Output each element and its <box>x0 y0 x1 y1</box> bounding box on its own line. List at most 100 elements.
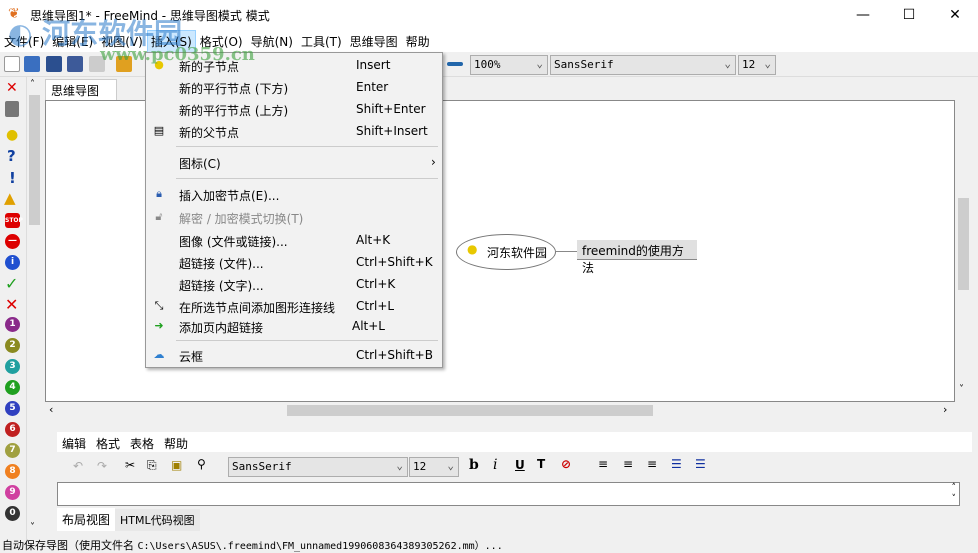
info-icon[interactable]: i <box>5 255 20 270</box>
menu-item-new-sibling-below[interactable]: 新的平行节点 (下方) Enter <box>146 76 442 98</box>
menu-item-new-child[interactable]: ● 新的子节点 Insert <box>146 54 442 76</box>
clear-format-icon[interactable]: ⊘ <box>561 457 571 471</box>
priority-7-icon[interactable]: 7 <box>5 443 20 458</box>
spinner-icon[interactable]: ˄ ˅ <box>952 483 957 505</box>
find-icon[interactable]: ⚲ <box>197 457 206 471</box>
cancel-icon[interactable]: ✕ <box>5 295 18 314</box>
menu-item-hyperlink-file[interactable]: 超链接 (文件)... Ctrl+Shift+K <box>146 251 442 273</box>
bulb-icon: ● <box>154 58 164 71</box>
ok-icon[interactable]: ✓ <box>5 274 18 293</box>
menu-item-new-sibling-above[interactable]: 新的平行节点 (上方) Shift+Enter <box>146 98 442 120</box>
align-center-icon[interactable]: ≡ <box>623 457 633 471</box>
priority-8-icon[interactable]: 8 <box>5 464 20 479</box>
menu-edit[interactable]: 编辑(E) <box>48 30 97 53</box>
tab-html-view[interactable]: HTML代码视图 <box>115 509 200 531</box>
priority-2-icon[interactable]: 2 <box>5 338 20 353</box>
menu-file[interactable]: 文件(F) <box>0 30 48 53</box>
cut-icon[interactable] <box>116 56 132 72</box>
lock-icon: 🔒︎ <box>156 187 162 200</box>
root-node[interactable]: ● 河东软件园 <box>456 234 556 270</box>
close-button[interactable]: ✕ <box>932 0 978 30</box>
zoom-out-icon[interactable] <box>447 62 463 66</box>
menu-navigate[interactable]: 导航(N) <box>247 30 297 53</box>
maximize-button[interactable]: ☐ <box>886 0 932 30</box>
underline-icon[interactable]: U <box>515 458 525 472</box>
menu-mindmap[interactable]: 思维导图 <box>346 30 402 53</box>
new-icon[interactable] <box>4 56 20 72</box>
menu-item-add-connector[interactable]: ⤡ 在所选节点间添加图形连接线 Ctrl+L <box>146 295 442 317</box>
menu-item-hyperlink-text[interactable]: 超链接 (文字)... Ctrl+K <box>146 273 442 295</box>
menu-item-insert-encrypted[interactable]: 🔒︎ 插入加密节点(E)... <box>146 183 442 205</box>
align-left-icon[interactable]: ≡ <box>598 457 608 471</box>
tab-mindmap[interactable]: 思维导图1* <box>45 79 117 113</box>
bold-icon[interactable]: b <box>469 457 479 473</box>
redo-icon[interactable]: ↷ <box>97 459 107 473</box>
editor-menu-format[interactable]: 格式 <box>91 432 125 455</box>
menu-format[interactable]: 格式(O) <box>196 30 247 53</box>
scroll-down-icon[interactable]: ˅ <box>959 384 964 395</box>
priority-3-icon[interactable]: 3 <box>5 359 20 374</box>
horizontal-scrollbar[interactable]: ‹ › <box>45 402 955 418</box>
menu-item-label: 超链接 (文件)... <box>179 257 264 271</box>
priority-5-icon[interactable]: 5 <box>5 401 20 416</box>
idea-icon[interactable]: ● <box>6 127 18 143</box>
menu-view[interactable]: 视图(V) <box>97 30 147 53</box>
vertical-scrollbar[interactable]: ˅ <box>955 100 972 402</box>
tab-layout-view[interactable]: 布局视图 <box>57 508 116 531</box>
child-node[interactable]: freemind的使用方法 <box>577 240 697 275</box>
font-select[interactable]: SansSerif ⌄ <box>550 55 736 75</box>
help-icon[interactable]: ? <box>7 147 16 165</box>
menu-item-shortcut: Ctrl+L <box>356 299 395 313</box>
no-entry-icon[interactable]: — <box>5 234 20 249</box>
scroll-thumb[interactable] <box>29 95 40 225</box>
paste-icon[interactable]: ▣ <box>171 458 182 472</box>
remove-icon[interactable]: ✕ <box>6 80 18 96</box>
minimize-button[interactable]: — <box>840 0 886 30</box>
menu-tools[interactable]: 工具(T) <box>297 30 346 53</box>
menu-insert[interactable]: 插入(S) <box>146 30 196 53</box>
trash-icon[interactable] <box>5 101 19 117</box>
icon-toolbar-scrollbar[interactable]: ˄ ˅ <box>26 77 42 540</box>
save-as-icon[interactable] <box>67 56 83 72</box>
open-icon[interactable] <box>24 56 40 72</box>
priority-4-icon[interactable]: 4 <box>5 380 20 395</box>
priority-6-icon[interactable]: 6 <box>5 422 20 437</box>
editor-size-select[interactable]: 12 ⌄ <box>409 457 459 477</box>
menu-item-local-link[interactable]: ➜ 添加页内超链接 Alt+L <box>146 315 442 337</box>
priority-0-icon[interactable]: 0 <box>5 506 20 521</box>
priority-9-icon[interactable]: 9 <box>5 485 20 500</box>
print-icon[interactable] <box>89 56 105 72</box>
scroll-thumb[interactable] <box>958 198 969 290</box>
editor-menu-table[interactable]: 表格 <box>125 432 159 455</box>
editor-menu-help[interactable]: 帮助 <box>159 432 193 455</box>
scroll-thumb[interactable] <box>287 405 653 416</box>
cut-icon[interactable]: ✂ <box>125 458 135 472</box>
warning-icon[interactable]: ▲ <box>4 189 16 207</box>
scroll-right-icon[interactable]: › <box>943 403 947 416</box>
undo-icon[interactable]: ↶ <box>73 459 83 473</box>
save-icon[interactable] <box>46 56 62 72</box>
italic-icon[interactable]: i <box>493 457 497 473</box>
text-color-icon[interactable]: T <box>537 457 545 471</box>
stop-icon[interactable]: STOP <box>5 213 23 228</box>
priority-1-icon[interactable]: 1 <box>5 317 20 332</box>
editor-menu-edit[interactable]: 编辑 <box>57 432 91 455</box>
size-select[interactable]: 12 ⌄ <box>738 55 776 75</box>
copy-icon[interactable]: ⎘ <box>147 458 157 473</box>
menu-item-icons[interactable]: 图标(C) › <box>146 151 442 173</box>
numbered-list-icon[interactable]: ☰ <box>695 457 706 471</box>
editor-font-select[interactable]: SansSerif ⌄ <box>228 457 408 477</box>
align-right-icon[interactable]: ≡ <box>647 457 657 471</box>
menu-item-image[interactable]: 图像 (文件或链接)... Alt+K <box>146 229 442 251</box>
bullet-list-icon[interactable]: ☰ <box>671 457 682 471</box>
menu-item-new-parent[interactable]: ▤ 新的父节点 Shift+Insert <box>146 120 442 142</box>
menu-item-toggle-encryption[interactable]: 🔓︎ 解密 / 加密模式切换(T) <box>146 206 442 228</box>
scroll-left-icon[interactable]: ‹ <box>49 403 53 416</box>
important-icon[interactable]: ! <box>9 169 16 187</box>
zoom-select[interactable]: 100% ⌄ <box>470 55 548 75</box>
scroll-up-icon[interactable]: ˄ <box>30 79 35 90</box>
menu-help[interactable]: 帮助 <box>402 30 434 53</box>
note-editor-text[interactable]: ˄ ˅ <box>57 482 960 506</box>
menu-item-cloud[interactable]: ☁ 云框 Ctrl+Shift+B <box>146 344 442 366</box>
scroll-down-icon[interactable]: ˅ <box>30 522 35 533</box>
